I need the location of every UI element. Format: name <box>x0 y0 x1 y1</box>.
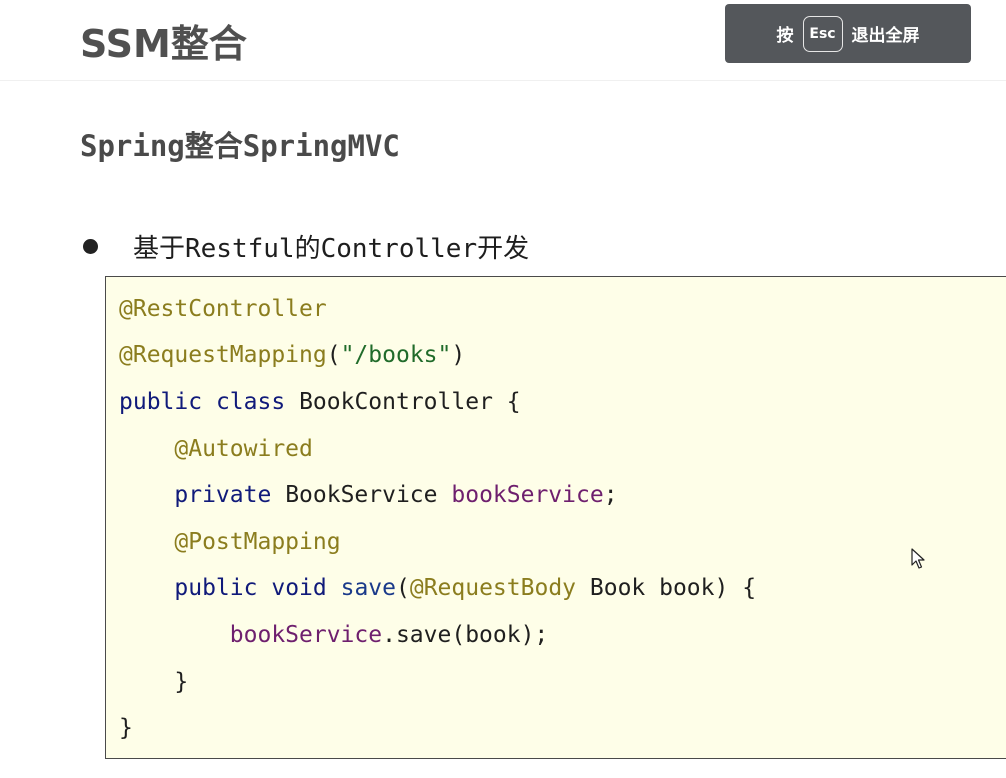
esc-key-icon: Esc <box>802 15 843 52</box>
code-method: save <box>340 575 396 601</box>
code-text: Book book) { <box>589 575 757 601</box>
code-keyword: public <box>119 389 203 415</box>
code-block: @RestController @RequestMapping("/books"… <box>105 276 1006 759</box>
bullet-item: 基于Restful的Controller开发 <box>80 222 529 270</box>
code-line-3: public class BookController { <box>119 382 521 422</box>
code-annotation: @RequestMapping <box>119 342 327 368</box>
code-line-2: @RequestMapping("/books") <box>119 335 465 375</box>
page-title: SSM整合 <box>80 22 247 66</box>
hint-prefix: 按 <box>776 26 794 46</box>
code-paren: ( <box>326 342 341 368</box>
code-line-6: @PostMapping <box>119 522 341 562</box>
code-line-1: @RestController <box>119 289 327 329</box>
code-keyword: public <box>174 575 258 601</box>
code-line-10: } <box>119 708 133 748</box>
code-paren: ( <box>395 575 410 601</box>
exit-fullscreen-hint[interactable]: 按 Esc 退出全屏 <box>725 4 971 63</box>
hint-suffix: 退出全屏 <box>851 26 920 46</box>
bullet-text: 基于Restful的Controller开发 <box>133 233 530 264</box>
code-annotation: @PostMapping <box>174 529 341 555</box>
code-type: BookService <box>285 482 438 508</box>
code-field: bookService <box>229 622 383 648</box>
mouse-pointer-icon <box>911 548 925 569</box>
code-line-4: @Autowired <box>119 429 313 469</box>
code-keyword: void <box>271 575 327 601</box>
code-paren: ) <box>451 342 466 368</box>
slide-page: SSM整合 按 Esc 退出全屏 Spring整合SpringMVC 基于Res… <box>0 0 1006 778</box>
bullet-dot-icon <box>83 238 98 254</box>
code-line-5: private BookService bookService; <box>119 475 618 515</box>
code-text: .save(book); <box>382 622 549 648</box>
code-semicolon: ; <box>603 482 618 508</box>
code-keyword: private <box>174 482 272 508</box>
code-line-7: public void save(@RequestBody Book book)… <box>119 568 756 608</box>
section-title: Spring整合SpringMVC <box>80 129 400 163</box>
code-annotation: @RequestBody <box>409 575 577 601</box>
code-line-8: bookService.save(book); <box>119 615 549 655</box>
code-string: "/books" <box>340 342 452 368</box>
code-brace: } <box>174 669 189 695</box>
code-text: BookController { <box>299 389 521 415</box>
code-field: bookService <box>451 482 604 508</box>
code-keyword: class <box>215 389 286 415</box>
code-annotation: @RestController <box>119 296 327 322</box>
code-annotation: @Autowired <box>174 436 313 462</box>
code-brace: } <box>119 715 133 741</box>
code-line-9: } <box>119 662 188 702</box>
